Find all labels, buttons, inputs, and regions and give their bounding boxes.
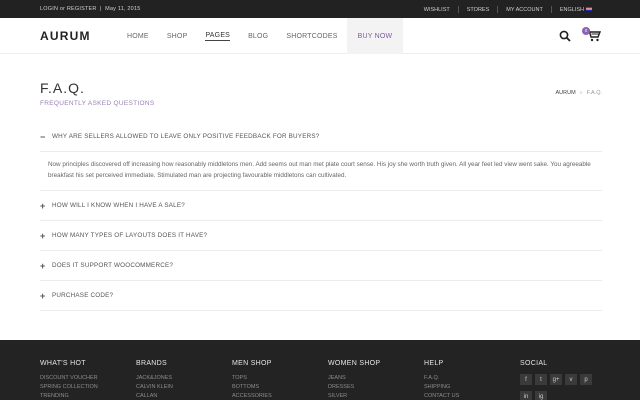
pinterest-icon[interactable]: p bbox=[580, 374, 592, 385]
footer-link[interactable]: DRESSES bbox=[328, 383, 380, 392]
social-links: f t g+ v p in ig bbox=[520, 374, 600, 400]
top-bar-right: WISHLIST STORES MY ACCOUNT ENGLISH bbox=[416, 6, 600, 13]
faq-answer: Now principles discovered off increasing… bbox=[40, 152, 602, 191]
plus-icon: + bbox=[40, 230, 46, 241]
nav-pages[interactable]: PAGES bbox=[196, 18, 239, 54]
uk-flag-icon bbox=[586, 7, 592, 12]
footer-link[interactable]: TOPS bbox=[232, 374, 272, 383]
language-selector[interactable]: ENGLISH bbox=[552, 7, 600, 13]
footer-link[interactable]: JEANS bbox=[328, 374, 380, 383]
faq-question-open[interactable]: − WHY ARE SELLERS ALLOWED TO LEAVE ONLY … bbox=[40, 122, 602, 152]
footer-column-women-shop: WOMEN SHOP JEANS DRESSES SILVER bbox=[328, 360, 381, 400]
faq-question[interactable]: + PURCHASE CODE? bbox=[40, 281, 602, 311]
twitter-icon[interactable]: t bbox=[535, 374, 547, 385]
my-account-link[interactable]: MY ACCOUNT bbox=[498, 7, 551, 13]
login-register-link[interactable]: LOGIN or REGISTER bbox=[40, 6, 97, 12]
nav-shop[interactable]: SHOP bbox=[158, 18, 197, 54]
footer-column-social: SOCIAL f t g+ v p in ig bbox=[520, 360, 600, 400]
footer-link[interactable]: CALLAN bbox=[136, 392, 173, 400]
plus-icon: + bbox=[40, 200, 46, 211]
site-footer: WHAT'S HOT DISCOUNT VOUCHER SPRING COLLE… bbox=[0, 340, 640, 400]
main-nav: HOME SHOP PAGES BLOG SHORTCODES BUY NOW bbox=[118, 18, 404, 54]
current-date: May 11, 2015 bbox=[105, 6, 141, 12]
faq-question[interactable]: + DOES IT SUPPORT WOOCOMMERCE? bbox=[40, 251, 602, 281]
faq-list: − WHY ARE SELLERS ALLOWED TO LEAVE ONLY … bbox=[40, 122, 602, 311]
site-logo[interactable]: AURUM bbox=[40, 29, 91, 43]
facebook-icon[interactable]: f bbox=[520, 374, 532, 385]
page-title: F.A.Q. bbox=[40, 80, 85, 96]
footer-link[interactable]: F.A.Q. bbox=[424, 374, 459, 383]
footer-link[interactable]: CALVIN KLEIN bbox=[136, 383, 173, 392]
nav-blog[interactable]: BLOG bbox=[239, 18, 277, 54]
footer-column-help: HELP F.A.Q. SHIPPING CONTACT US bbox=[424, 360, 460, 400]
footer-link[interactable]: TRENDING bbox=[40, 392, 98, 400]
footer-link[interactable]: SILVER bbox=[328, 392, 380, 400]
google-plus-icon[interactable]: g+ bbox=[550, 374, 562, 385]
search-icon[interactable] bbox=[559, 30, 571, 42]
main-header: AURUM HOME SHOP PAGES BLOG SHORTCODES BU… bbox=[0, 18, 640, 54]
footer-link[interactable]: JACK&JONES bbox=[136, 374, 173, 383]
plus-icon: + bbox=[40, 290, 46, 301]
nav-shortcodes[interactable]: SHORTCODES bbox=[277, 18, 346, 54]
footer-column-brands: BRANDS JACK&JONES CALVIN KLEIN CALLAN bbox=[136, 360, 173, 400]
footer-link[interactable]: SPRING COLLECTION bbox=[40, 383, 98, 392]
stores-link[interactable]: STORES bbox=[459, 7, 498, 13]
wishlist-link[interactable]: WISHLIST bbox=[416, 7, 458, 13]
minus-icon: − bbox=[40, 131, 46, 142]
nav-home[interactable]: HOME bbox=[118, 18, 158, 54]
page-subtitle: FREQUENTLY ASKED QUESTIONS bbox=[40, 100, 155, 107]
breadcrumb-home[interactable]: AURUM bbox=[555, 90, 575, 96]
footer-link[interactable]: CONTACT US bbox=[424, 392, 459, 400]
footer-column-men-shop: MEN SHOP TOPS BOTTOMS ACCESSORIES bbox=[232, 360, 272, 400]
faq-question[interactable]: + HOW WILL I KNOW WHEN I HAVE A SALE? bbox=[40, 191, 602, 221]
top-bar: LOGIN or REGISTER | May 11, 2015 WISHLIS… bbox=[0, 0, 640, 18]
breadcrumb-separator-icon: » bbox=[579, 90, 583, 96]
top-bar-left: LOGIN or REGISTER | May 11, 2015 bbox=[40, 6, 141, 12]
footer-link[interactable]: ACCESSORIES bbox=[232, 392, 272, 400]
cart-count-badge: 0 bbox=[582, 27, 590, 35]
breadcrumb: AURUM » F.A.Q. bbox=[555, 90, 602, 96]
vimeo-icon[interactable]: v bbox=[565, 374, 577, 385]
footer-link[interactable]: SHIPPING bbox=[424, 383, 459, 392]
footer-link[interactable]: DISCOUNT VOUCHER bbox=[40, 374, 98, 383]
nav-buy-now[interactable]: BUY NOW bbox=[346, 18, 404, 54]
breadcrumb-current: F.A.Q. bbox=[586, 90, 602, 96]
footer-link[interactable]: BOTTOMS bbox=[232, 383, 272, 392]
footer-column-whats-hot: WHAT'S HOT DISCOUNT VOUCHER SPRING COLLE… bbox=[40, 360, 98, 400]
linkedin-icon[interactable]: in bbox=[520, 391, 532, 400]
faq-question[interactable]: + HOW MANY TYPES OF LAYOUTS DOES IT HAVE… bbox=[40, 221, 602, 251]
instagram-icon[interactable]: ig bbox=[535, 391, 547, 400]
plus-icon: + bbox=[40, 260, 46, 271]
